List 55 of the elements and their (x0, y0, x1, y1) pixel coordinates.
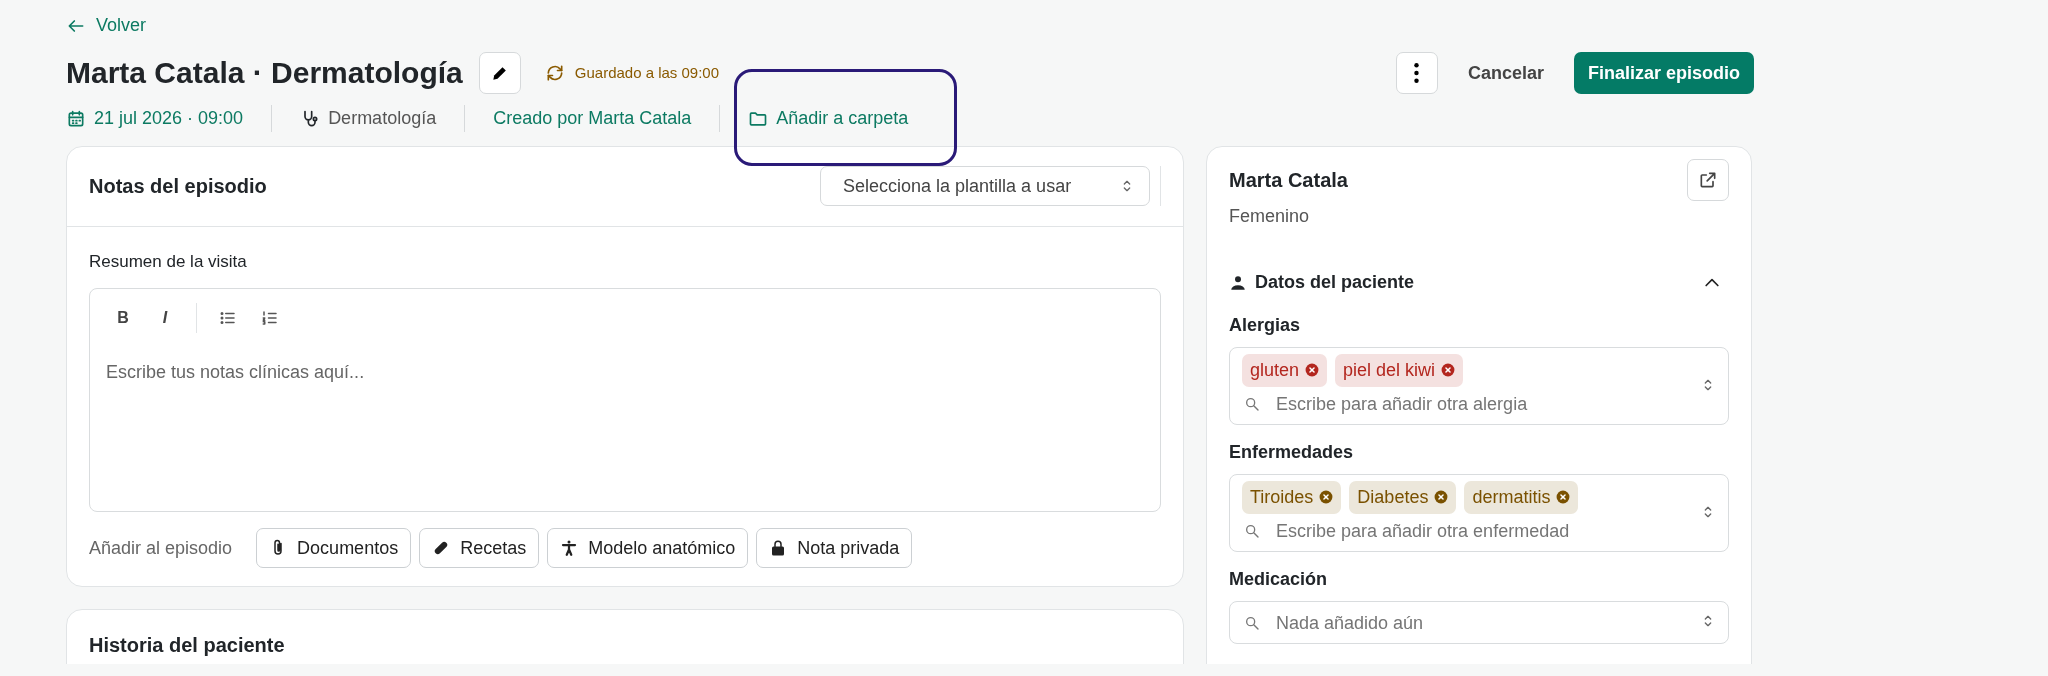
sync-icon (544, 63, 565, 83)
add-pill-button[interactable]: Recetas (419, 528, 540, 568)
tag: dermatitis (1464, 480, 1579, 514)
add-lock-button[interactable]: Nota privada (756, 528, 913, 568)
search-icon (1244, 523, 1260, 539)
back-link[interactable]: Volver (66, 12, 147, 39)
finish-button[interactable]: Finalizar episodio (1573, 52, 1754, 94)
editor-placeholder: Escribe tus notas clínicas aquí... (106, 361, 366, 384)
card-title: Notas del episodio (89, 174, 267, 199)
calendar-icon (66, 108, 86, 129)
remove-icon (1556, 490, 1571, 504)
remove-icon (1434, 490, 1449, 504)
open-external-button[interactable] (1687, 158, 1729, 201)
patient-name: Marta Catala (1229, 167, 1348, 193)
field-label: Alergias (1229, 313, 1302, 337)
template-select[interactable]: Selecciona la plantilla a usar (820, 166, 1150, 206)
author-link[interactable]: Creado por Marta Catala (493, 105, 692, 132)
add-folder-link[interactable]: Añadir a carpeta (776, 105, 909, 132)
date-text: 21 jul 2026 · 09:00 (94, 107, 244, 130)
cancel-button[interactable]: Cancelar (1453, 51, 1558, 95)
bullet-list-icon (219, 309, 237, 327)
add-body-button[interactable]: Modelo anatómico (547, 528, 749, 568)
tag: gluten (1242, 353, 1328, 387)
search-icon (1244, 615, 1260, 631)
page-title: Marta Catala · Dermatología (66, 55, 463, 91)
tag-input-field[interactable]: Nada añadido aún (1229, 600, 1729, 644)
person-icon (560, 539, 579, 557)
more-icon (1414, 63, 1420, 83)
tag-input-field[interactable]: Tiroides Diabetes dermatitis Escribe para añadir otra enfermedad (1229, 473, 1729, 552)
patient-sex: Femenino (1229, 204, 1311, 228)
tag: Diabetes (1349, 480, 1457, 514)
edit-button[interactable] (478, 52, 521, 94)
editor-label: Resumen de la visita (89, 250, 248, 273)
field-label: Medicación (1229, 567, 1329, 591)
add-attach-button[interactable]: Documentos (256, 528, 412, 568)
card-title: Historia del paciente (89, 633, 286, 658)
tag: Tiroides (1242, 480, 1342, 514)
italic-button[interactable]: I (148, 303, 182, 333)
external-link-icon (1698, 169, 1718, 190)
save-status: Guardado a las 09:00 (574, 62, 720, 83)
more-button[interactable] (1395, 52, 1438, 94)
specialty-text: Dermatología (328, 107, 437, 130)
tag-input-field[interactable]: gluten piel del kiwi Escribe para añadir otra alergia (1229, 346, 1729, 425)
person-icon (1229, 273, 1247, 292)
field-label: Enfermedades (1229, 440, 1355, 464)
remove-icon (1305, 363, 1320, 377)
section-title: Datos del paciente (1255, 271, 1415, 294)
notes-editor[interactable]: B I Escribe tus notas clínicas aquí... (89, 288, 1161, 512)
numbered-list-icon (261, 309, 279, 327)
search-icon (1244, 396, 1260, 412)
bold-button[interactable]: B (106, 303, 140, 333)
remove-icon (1441, 363, 1456, 377)
add-label: Añadir al episodio (89, 536, 233, 560)
remove-icon (1319, 490, 1334, 504)
tag: piel del kiwi (1335, 353, 1464, 387)
